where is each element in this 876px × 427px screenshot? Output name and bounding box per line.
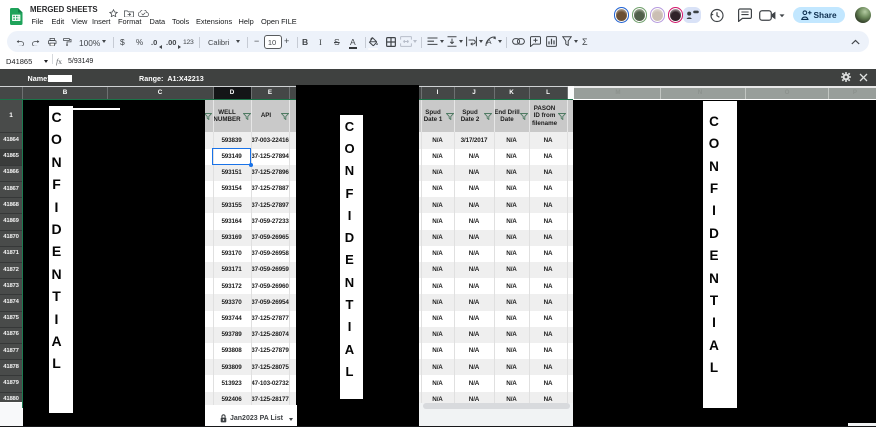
svg-text:A: A — [487, 37, 492, 46]
